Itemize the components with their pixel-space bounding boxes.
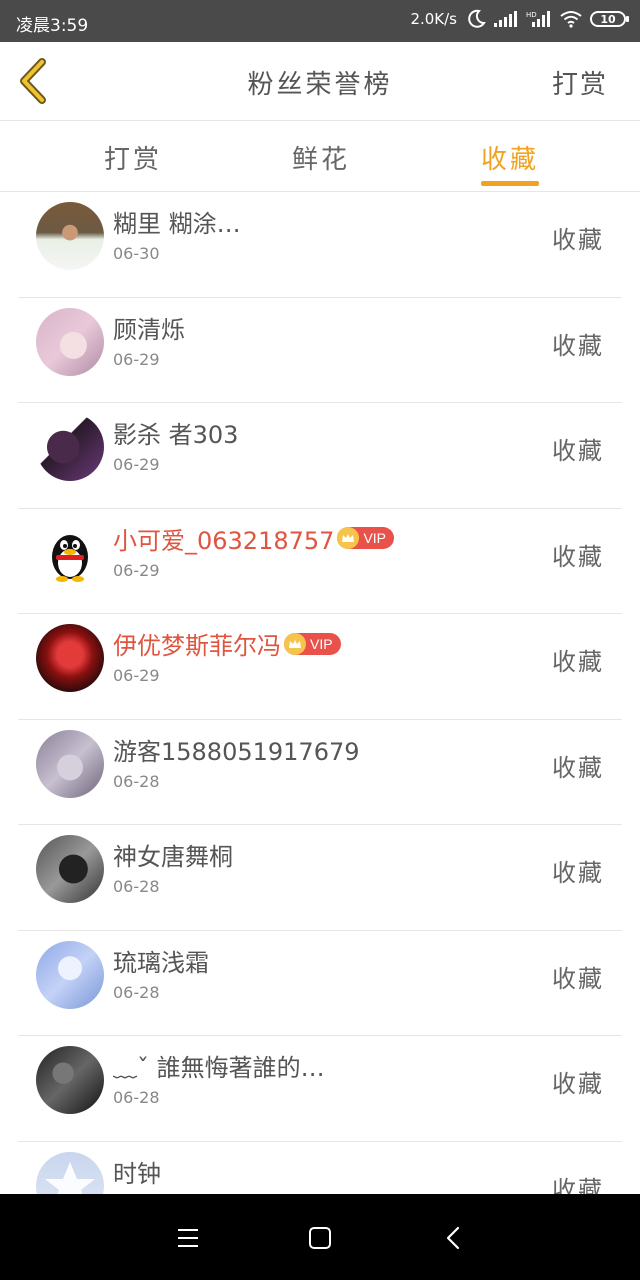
status-icons: 2.0K/s HD 10 (410, 9, 629, 29)
tab-active-indicator (481, 181, 539, 186)
user-name: 影杀 者303 (113, 421, 239, 449)
home-icon[interactable] (298, 1216, 342, 1260)
record-type: 收藏 (552, 331, 604, 360)
record-type: 收藏 (552, 859, 604, 887)
list-item[interactable]: ﹏ˇ 誰無悔著誰的… 06-28 收藏 (0, 1036, 640, 1142)
avatar (36, 835, 104, 903)
moon-icon (468, 9, 486, 28)
user-name: 小可爱_063218757 VIP (113, 521, 395, 556)
date: 06-28 (113, 771, 160, 791)
user-name: 糊里 糊涂… (113, 210, 241, 238)
date: 06-28 (113, 1088, 160, 1107)
crown-icon (337, 527, 360, 549)
system-nav-bar (0, 1194, 640, 1280)
battery-level: 10 (600, 12, 616, 26)
reward-button[interactable]: 打赏 (552, 64, 608, 101)
tab-flowers[interactable]: 鲜花 (292, 139, 350, 176)
user-name: 伊优梦斯菲尔冯 VIP (113, 626, 341, 661)
record-type: 收藏 (552, 1175, 604, 1195)
list-item[interactable]: 糊里 糊涂… 06-30 收藏 (0, 192, 640, 298)
list-item[interactable]: 顾清烁 06-29 收藏 (0, 298, 640, 404)
header: 粉丝荣誉榜 打赏 (0, 42, 640, 121)
back-icon[interactable] (432, 1216, 476, 1260)
avatar (36, 624, 104, 692)
svg-text:HD: HD (526, 11, 537, 19)
crown-icon (284, 632, 306, 655)
tab-reward[interactable]: 打赏 (104, 139, 162, 176)
avatar (36, 940, 104, 1009)
date: 06-30 (113, 244, 160, 263)
avatar (36, 729, 104, 798)
record-type: 收藏 (552, 964, 604, 993)
user-name: 神女唐舞桐 (113, 843, 233, 871)
user-name: 时钟 (113, 1159, 161, 1188)
list-item[interactable]: 游客1588051917679 06-28 收藏 (0, 720, 640, 826)
list-item[interactable]: 琉璃浅霜 06-28 收藏 (0, 931, 640, 1037)
record-type: 收藏 (552, 753, 604, 782)
list-item[interactable]: 时钟 收藏 (0, 1142, 640, 1195)
star-icon (45, 1161, 95, 1194)
user-name: 游客1588051917679 (113, 737, 360, 766)
status-bar: 凌晨3:59 2.0K/s HD 10 (0, 0, 640, 42)
vip-badge: VIP (337, 527, 395, 549)
user-name: ﹏ˇ 誰無悔著誰的… (113, 1054, 325, 1082)
status-time: 凌晨3:59 (16, 16, 89, 36)
avatar (36, 518, 104, 587)
date: 06-29 (113, 349, 160, 369)
signal-hd-icon: HD (526, 11, 550, 27)
penguin-icon (52, 534, 88, 582)
date: 06-28 (113, 877, 160, 896)
signal-icon (494, 11, 517, 27)
avatar (36, 1046, 104, 1114)
fan-list[interactable]: 糊里 糊涂… 06-30 收藏 顾清烁 06-29 收藏 影杀 者303 06-… (0, 192, 640, 1194)
list-item[interactable]: 小可爱_063218757 VIP 06-29 收藏 (0, 509, 640, 615)
list-item[interactable]: 神女唐舞桐 06-28 收藏 (0, 825, 640, 931)
wifi-icon (560, 11, 582, 28)
record-type: 收藏 (552, 648, 604, 676)
vip-badge: VIP (284, 632, 341, 655)
avatar (36, 202, 104, 270)
list-item[interactable]: 伊优梦斯菲尔冯 VIP 06-29 收藏 (0, 614, 640, 720)
page-title: 粉丝荣誉榜 (247, 70, 393, 100)
tab-bar: 打赏 鲜花 收藏 (0, 121, 640, 192)
user-name: 琉璃浅霜 (113, 948, 209, 977)
avatar (36, 1151, 104, 1194)
net-speed: 2.0K/s (410, 10, 457, 28)
battery-icon: 10 (590, 11, 629, 27)
list-item[interactable]: 影杀 者303 06-29 收藏 (0, 403, 640, 509)
avatar (36, 307, 104, 376)
record-type: 收藏 (552, 226, 604, 254)
record-type: 收藏 (552, 1070, 604, 1098)
avatar (36, 413, 104, 481)
menu-icon[interactable] (166, 1216, 210, 1260)
date: 06-29 (113, 666, 160, 685)
record-type: 收藏 (552, 437, 604, 465)
tab-favorites[interactable]: 收藏 (481, 139, 539, 176)
date: 06-29 (113, 560, 160, 580)
date: 06-29 (113, 455, 160, 474)
record-type: 收藏 (552, 542, 604, 571)
date: 06-28 (113, 982, 160, 1002)
user-name: 顾清烁 (113, 315, 185, 344)
